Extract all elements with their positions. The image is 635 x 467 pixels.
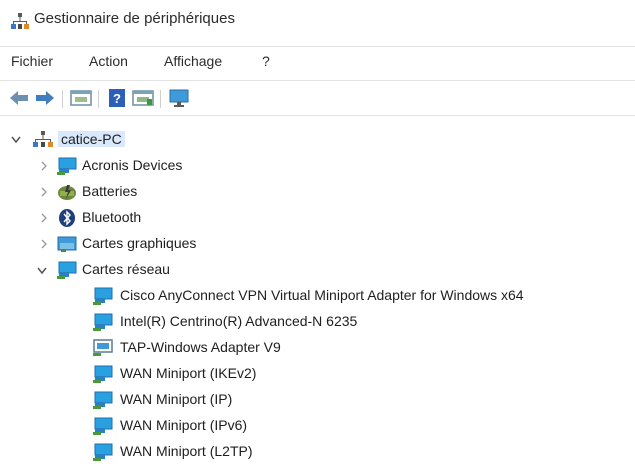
chevron-right-icon[interactable]	[38, 159, 50, 173]
tree-item-cartes-graphiques[interactable]: Cartes graphiques	[0, 232, 635, 258]
bluetooth-icon	[58, 208, 80, 228]
menu-bar: Fichier Action Affichage ?	[0, 46, 635, 75]
device-item[interactable]: WAN Miniport (IP)	[0, 388, 635, 414]
window-title: Gestionnaire de périphériques	[34, 10, 235, 27]
tree-root-label: catice-PC	[58, 131, 125, 147]
network-adapter-icon	[56, 260, 78, 280]
chevron-down-icon[interactable]	[36, 263, 48, 277]
network-adapter-icon	[92, 312, 114, 332]
menu-affichage[interactable]: Affichage	[164, 53, 222, 69]
update-driver-icon[interactable]	[132, 88, 154, 108]
network-adapter-icon	[92, 390, 114, 410]
device-tree: catice-PC Acronis Devices Batteries Blue…	[0, 120, 635, 464]
device-label: WAN Miniport (IP)	[120, 391, 233, 407]
menu-fichier[interactable]: Fichier	[11, 53, 53, 69]
tree-item-label: Bluetooth	[82, 209, 142, 225]
network-adapter-icon	[56, 156, 78, 176]
tree-item-cartes-reseau[interactable]: Cartes réseau	[0, 258, 635, 284]
back-arrow-icon[interactable]	[8, 88, 30, 108]
device-item[interactable]: WAN Miniport (IKEv2)	[0, 362, 635, 388]
device-label: WAN Miniport (L2TP)	[120, 443, 253, 459]
scan-hardware-icon[interactable]	[168, 88, 190, 108]
toolbar: ?	[0, 80, 635, 116]
chevron-right-icon[interactable]	[38, 211, 50, 225]
tree-item-batteries[interactable]: Batteries	[0, 180, 635, 206]
device-item[interactable]: Cisco AnyConnect VPN Virtual Miniport Ad…	[0, 284, 635, 310]
help-icon[interactable]: ?	[106, 88, 128, 108]
chevron-right-icon[interactable]	[38, 185, 50, 199]
tree-item-label: Acronis Devices	[82, 157, 183, 173]
chevron-down-icon[interactable]	[10, 133, 22, 147]
device-item[interactable]: TAP-Windows Adapter V9	[0, 336, 635, 362]
menu-action[interactable]: Action	[89, 53, 128, 69]
computer-icon	[32, 130, 54, 150]
device-manager-icon	[11, 12, 29, 30]
device-label: TAP-Windows Adapter V9	[120, 339, 281, 355]
network-adapter-icon	[92, 416, 114, 436]
tree-item-label: Cartes graphiques	[82, 235, 197, 251]
device-item[interactable]: WAN Miniport (L2TP)	[0, 440, 635, 466]
properties-icon[interactable]	[70, 88, 92, 108]
network-adapter-icon	[92, 442, 114, 462]
battery-icon	[56, 182, 78, 202]
device-item[interactable]: Intel(R) Centrino(R) Advanced-N 6235	[0, 310, 635, 336]
network-adapter-icon	[92, 286, 114, 306]
toolbar-separator	[98, 90, 99, 108]
device-label: WAN Miniport (IPv6)	[120, 417, 248, 433]
chevron-right-icon[interactable]	[38, 237, 50, 251]
device-item[interactable]: WAN Miniport (IPv6)	[0, 414, 635, 440]
network-adapter-icon	[92, 364, 114, 384]
tree-item-label: Cartes réseau	[82, 261, 170, 277]
svg-text:?: ?	[113, 91, 121, 106]
toolbar-separator	[62, 90, 63, 108]
display-adapter-icon	[56, 234, 78, 254]
tree-item-bluetooth[interactable]: Bluetooth	[0, 206, 635, 232]
tree-item-label: Batteries	[82, 183, 138, 199]
toolbar-separator	[160, 90, 161, 108]
network-adapter-icon	[92, 338, 114, 358]
menu-help[interactable]: ?	[262, 53, 270, 69]
device-label: WAN Miniport (IKEv2)	[120, 365, 257, 381]
forward-arrow-icon[interactable]	[34, 88, 56, 108]
device-label: Intel(R) Centrino(R) Advanced-N 6235	[120, 313, 358, 329]
device-label: Cisco AnyConnect VPN Virtual Miniport Ad…	[120, 287, 524, 303]
tree-root[interactable]: catice-PC	[0, 128, 635, 154]
tree-item-acronis-devices[interactable]: Acronis Devices	[0, 154, 635, 180]
title-bar: Gestionnaire de périphériques	[0, 0, 635, 38]
